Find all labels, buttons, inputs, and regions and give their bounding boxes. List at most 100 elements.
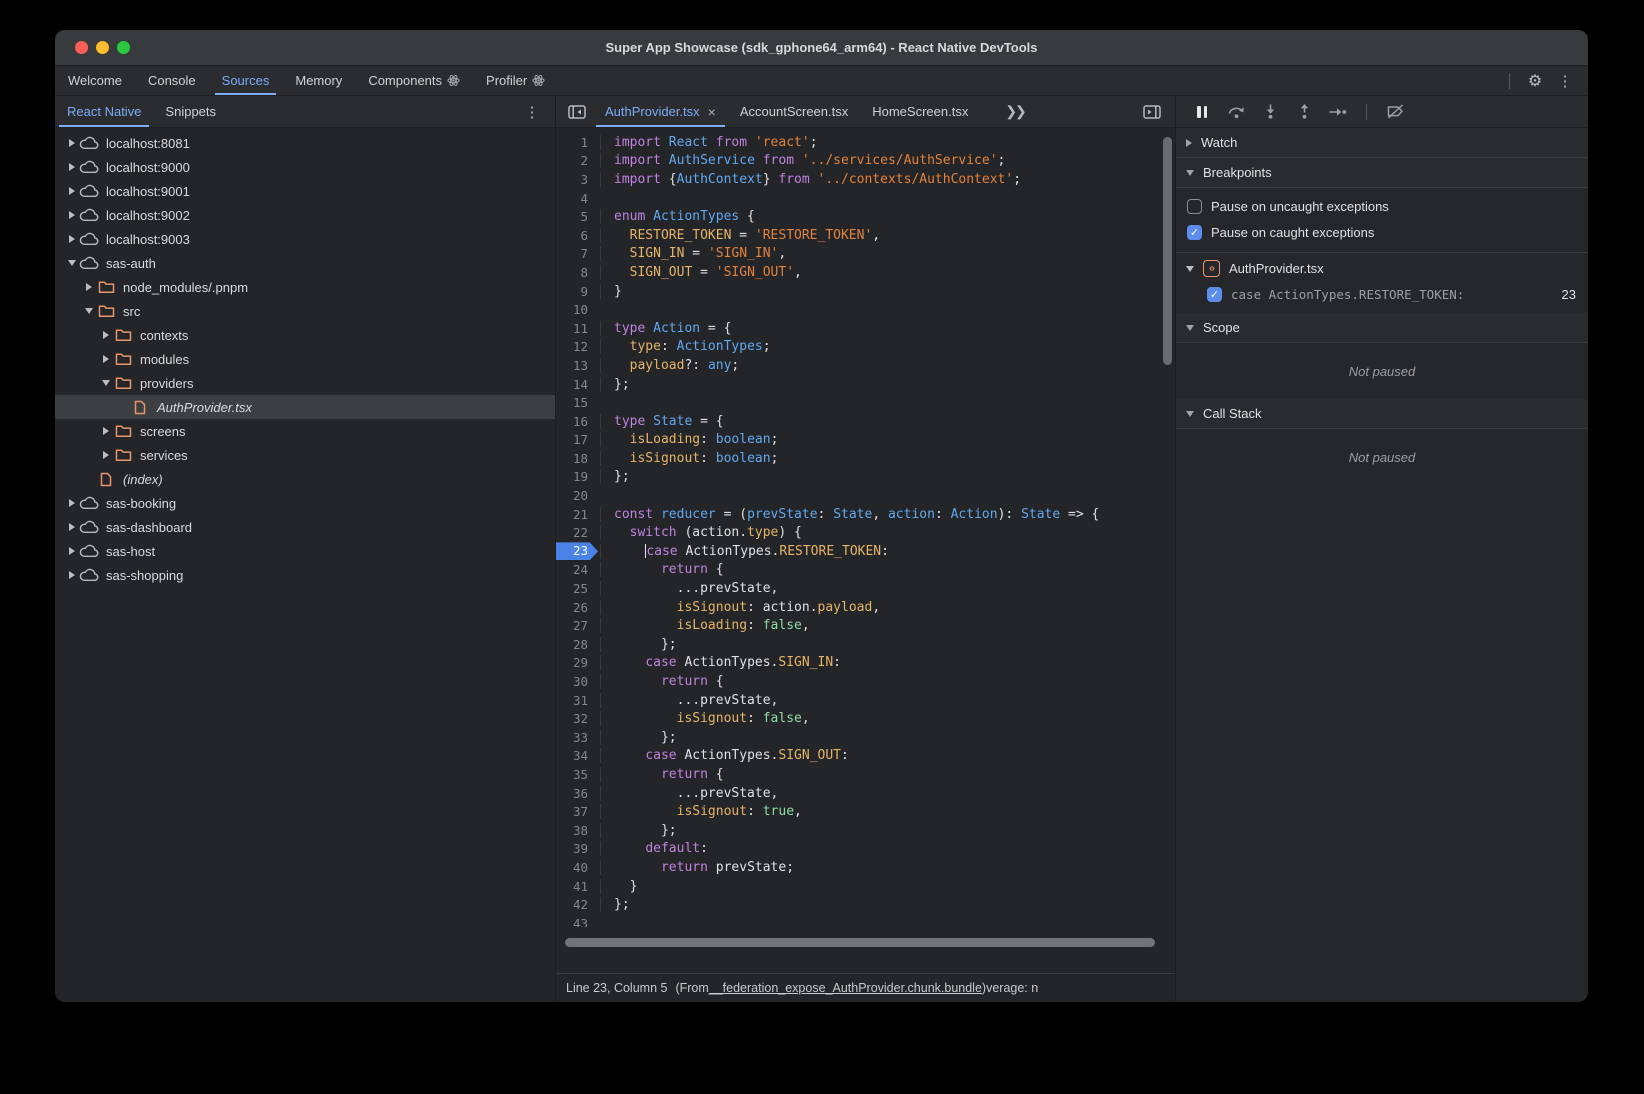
- line-number[interactable]: 9: [556, 284, 600, 299]
- line-number[interactable]: 6: [556, 228, 600, 243]
- code-line[interactable]: 28 };: [556, 635, 1161, 654]
- tab-memory[interactable]: Memory: [282, 66, 355, 95]
- pause-icon[interactable]: [1188, 100, 1216, 124]
- line-number[interactable]: 13: [556, 358, 600, 373]
- tree-expand-arrow-icon[interactable]: [65, 571, 79, 579]
- close-tab-icon[interactable]: ×: [708, 104, 716, 120]
- checkbox-unchecked[interactable]: [1187, 199, 1202, 214]
- code-line[interactable]: 2import AuthService from '../services/Au…: [556, 152, 1161, 171]
- editor-tab-homescreen.tsx[interactable]: HomeScreen.tsx: [861, 96, 979, 127]
- line-number[interactable]: 2: [556, 153, 600, 168]
- code-line[interactable]: 10: [556, 300, 1161, 319]
- line-number[interactable]: 1: [556, 135, 600, 150]
- code-line[interactable]: 38 };: [556, 821, 1161, 840]
- tree-expand-arrow-icon[interactable]: [99, 331, 113, 339]
- code-line[interactable]: 17 isLoading: boolean;: [556, 431, 1161, 450]
- checkbox-checked[interactable]: ✓: [1207, 287, 1222, 302]
- line-number[interactable]: 16: [556, 414, 600, 429]
- step-out-icon[interactable]: [1290, 100, 1318, 124]
- navigator-tab-react-native[interactable]: React Native: [55, 96, 153, 127]
- tree-item-services[interactable]: services: [55, 443, 555, 467]
- call-stack-section-header[interactable]: Call Stack: [1176, 399, 1588, 429]
- line-number[interactable]: 11: [556, 321, 600, 336]
- tree-collapse-arrow-icon[interactable]: [65, 260, 79, 266]
- tree-item-sas-dashboard[interactable]: sas-dashboard: [55, 515, 555, 539]
- tree-item-providers[interactable]: providers: [55, 371, 555, 395]
- tab-welcome[interactable]: Welcome: [55, 66, 135, 95]
- line-number[interactable]: 22: [556, 525, 600, 540]
- pause-option-row[interactable]: Pause on uncaught exceptions: [1176, 193, 1588, 219]
- tab-profiler[interactable]: Profiler: [473, 66, 558, 95]
- tree-expand-arrow-icon[interactable]: [82, 283, 96, 291]
- line-number[interactable]: 28: [556, 637, 600, 652]
- tree-item-localhost-9001[interactable]: localhost:9001: [55, 179, 555, 203]
- tree-expand-arrow-icon[interactable]: [99, 451, 113, 459]
- code-line[interactable]: 22 switch (action.type) {: [556, 523, 1161, 542]
- line-number[interactable]: 10: [556, 302, 600, 317]
- step-into-icon[interactable]: [1256, 100, 1284, 124]
- line-number[interactable]: 32: [556, 711, 600, 726]
- line-number[interactable]: 43: [556, 916, 600, 927]
- code-line[interactable]: 26 isSignout: action.payload,: [556, 598, 1161, 617]
- line-number[interactable]: 17: [556, 432, 600, 447]
- line-number[interactable]: 34: [556, 748, 600, 763]
- code-line[interactable]: 21const reducer = (prevState: State, act…: [556, 505, 1161, 524]
- settings-gear-icon[interactable]: ⚙: [1522, 69, 1548, 93]
- line-number[interactable]: 18: [556, 451, 600, 466]
- breakpoint-execution-badge[interactable]: 23: [556, 542, 600, 560]
- code-line[interactable]: 15: [556, 393, 1161, 412]
- line-number[interactable]: 36: [556, 786, 600, 801]
- line-number[interactable]: 5: [556, 209, 600, 224]
- code-line[interactable]: 30 return {: [556, 672, 1161, 691]
- editor-tab-accountscreen.tsx[interactable]: AccountScreen.tsx: [729, 96, 859, 127]
- code-line[interactable]: 37 isSignout: true,: [556, 802, 1161, 821]
- line-number[interactable]: 38: [556, 823, 600, 838]
- code-editor[interactable]: 1import React from 'react';2import AuthS…: [556, 128, 1175, 973]
- line-number[interactable]: 3: [556, 172, 600, 187]
- code-line[interactable]: 3import {AuthContext} from '../contexts/…: [556, 170, 1161, 189]
- tab-overflow-chevron-icon[interactable]: ❯❯: [997, 96, 1032, 127]
- tree-item-screens[interactable]: screens: [55, 419, 555, 443]
- source-bundle-link[interactable]: __federation_expose_AuthProvider.chunk.b…: [709, 981, 982, 995]
- line-number[interactable]: 24: [556, 562, 600, 577]
- editor-vertical-scrollbar[interactable]: [1163, 137, 1172, 365]
- line-number[interactable]: 20: [556, 488, 600, 503]
- tree-expand-arrow-icon[interactable]: [99, 427, 113, 435]
- hide-navigator-icon[interactable]: [562, 96, 592, 127]
- code-line[interactable]: 19};: [556, 468, 1161, 487]
- tree-collapse-arrow-icon[interactable]: [82, 308, 96, 314]
- tree-expand-arrow-icon[interactable]: [65, 211, 79, 219]
- breakpoints-section-header[interactable]: Breakpoints: [1176, 158, 1588, 188]
- code-line[interactable]: 20: [556, 486, 1161, 505]
- navigator-tab-snippets[interactable]: Snippets: [153, 96, 228, 127]
- tree-item-localhost-9003[interactable]: localhost:9003: [55, 227, 555, 251]
- line-number[interactable]: 21: [556, 507, 600, 522]
- tree-item-localhost-9000[interactable]: localhost:9000: [55, 155, 555, 179]
- code-line[interactable]: 33 };: [556, 728, 1161, 747]
- code-line[interactable]: 6 RESTORE_TOKEN = 'RESTORE_TOKEN',: [556, 226, 1161, 245]
- pause-option-row[interactable]: ✓Pause on caught exceptions: [1176, 219, 1588, 245]
- tree-item-localhost-8081[interactable]: localhost:8081: [55, 131, 555, 155]
- line-number[interactable]: 26: [556, 600, 600, 615]
- line-number[interactable]: 30: [556, 674, 600, 689]
- step-icon[interactable]: [1324, 100, 1352, 124]
- tree-item-sas-auth[interactable]: sas-auth: [55, 251, 555, 275]
- code-line[interactable]: 4: [556, 189, 1161, 208]
- tab-components[interactable]: Components: [355, 66, 473, 95]
- code-line[interactable]: 36 ...prevState,: [556, 784, 1161, 803]
- tree-expand-arrow-icon[interactable]: [65, 499, 79, 507]
- line-number[interactable]: 40: [556, 860, 600, 875]
- code-line[interactable]: 35 return {: [556, 765, 1161, 784]
- tree-item--index-[interactable]: (index): [55, 467, 555, 491]
- tree-expand-arrow-icon[interactable]: [65, 163, 79, 171]
- code-line[interactable]: 16type State = {: [556, 412, 1161, 431]
- line-number[interactable]: 14: [556, 377, 600, 392]
- tree-item-localhost-9002[interactable]: localhost:9002: [55, 203, 555, 227]
- tree-item-src[interactable]: src: [55, 299, 555, 323]
- scope-section-header[interactable]: Scope: [1176, 313, 1588, 343]
- zoom-window-button[interactable]: [117, 41, 130, 54]
- tree-item-sas-host[interactable]: sas-host: [55, 539, 555, 563]
- tree-expand-arrow-icon[interactable]: [65, 547, 79, 555]
- tree-item-authprovider-tsx[interactable]: AuthProvider.tsx: [55, 395, 555, 419]
- code-line[interactable]: 8 SIGN_OUT = 'SIGN_OUT',: [556, 263, 1161, 282]
